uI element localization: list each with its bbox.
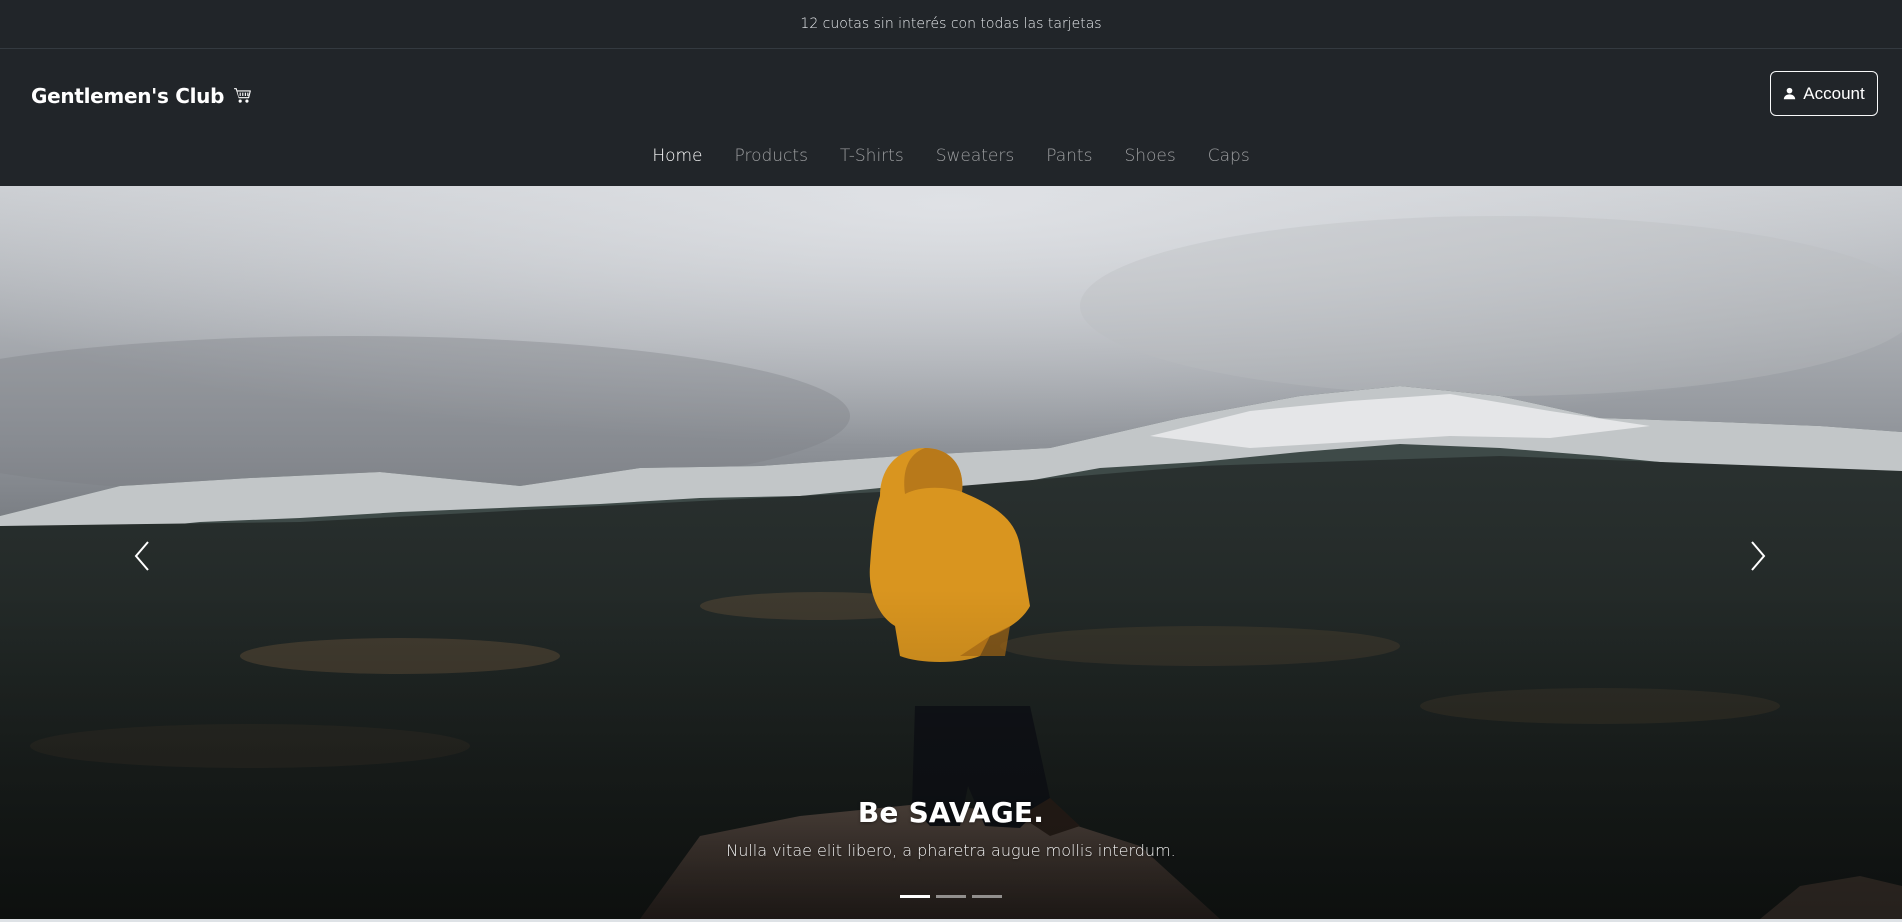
hero-carousel: Be SAVAGE. Nulla vitae elit libero, a ph… <box>0 186 1902 919</box>
carousel-indicators <box>0 891 1902 901</box>
promo-bar: 12 cuotas sin interés con todas las tarj… <box>0 0 1902 49</box>
promo-text: 12 cuotas sin interés con todas las tarj… <box>800 16 1102 32</box>
nav-item-t-shirts[interactable]: T-Shirts <box>824 146 920 166</box>
nav-item-shoes[interactable]: Shoes <box>1108 146 1191 166</box>
chevron-left-icon <box>132 540 152 572</box>
nav-item-products[interactable]: Products <box>719 146 824 166</box>
carousel-next-button[interactable] <box>1738 536 1778 576</box>
carousel-indicator-2[interactable] <box>936 894 966 898</box>
carousel-indicator-3[interactable] <box>972 894 1002 898</box>
caption-text: Nulla vitae elit libero, a pharetra augu… <box>726 841 1176 860</box>
nav-item-caps[interactable]: Caps <box>1192 146 1266 166</box>
caption-title: Be SAVAGE. <box>857 796 1045 829</box>
brand-link[interactable]: Gentlemen's Club <box>31 81 252 111</box>
nav-item-sweaters[interactable]: Sweaters <box>920 146 1031 166</box>
account-label: Account <box>1803 83 1865 103</box>
carousel-indicator-1[interactable] <box>900 894 930 898</box>
account-button[interactable]: Account <box>1770 71 1878 116</box>
main-nav: Home Products T-Shirts Sweaters Pants Sh… <box>0 136 1902 176</box>
brand-name: Gentlemen's Club <box>31 84 225 108</box>
chevron-right-icon <box>1748 540 1768 572</box>
site-header: Gentlemen's Club Account Home Products T… <box>0 49 1902 186</box>
carousel-prev-button[interactable] <box>122 536 162 576</box>
carousel-caption: Be SAVAGE. Nulla vitae elit libero, a ph… <box>0 796 1902 860</box>
cart-icon <box>234 87 252 105</box>
user-icon <box>1783 87 1796 100</box>
nav-item-home[interactable]: Home <box>636 146 718 166</box>
nav-item-pants[interactable]: Pants <box>1030 146 1108 166</box>
